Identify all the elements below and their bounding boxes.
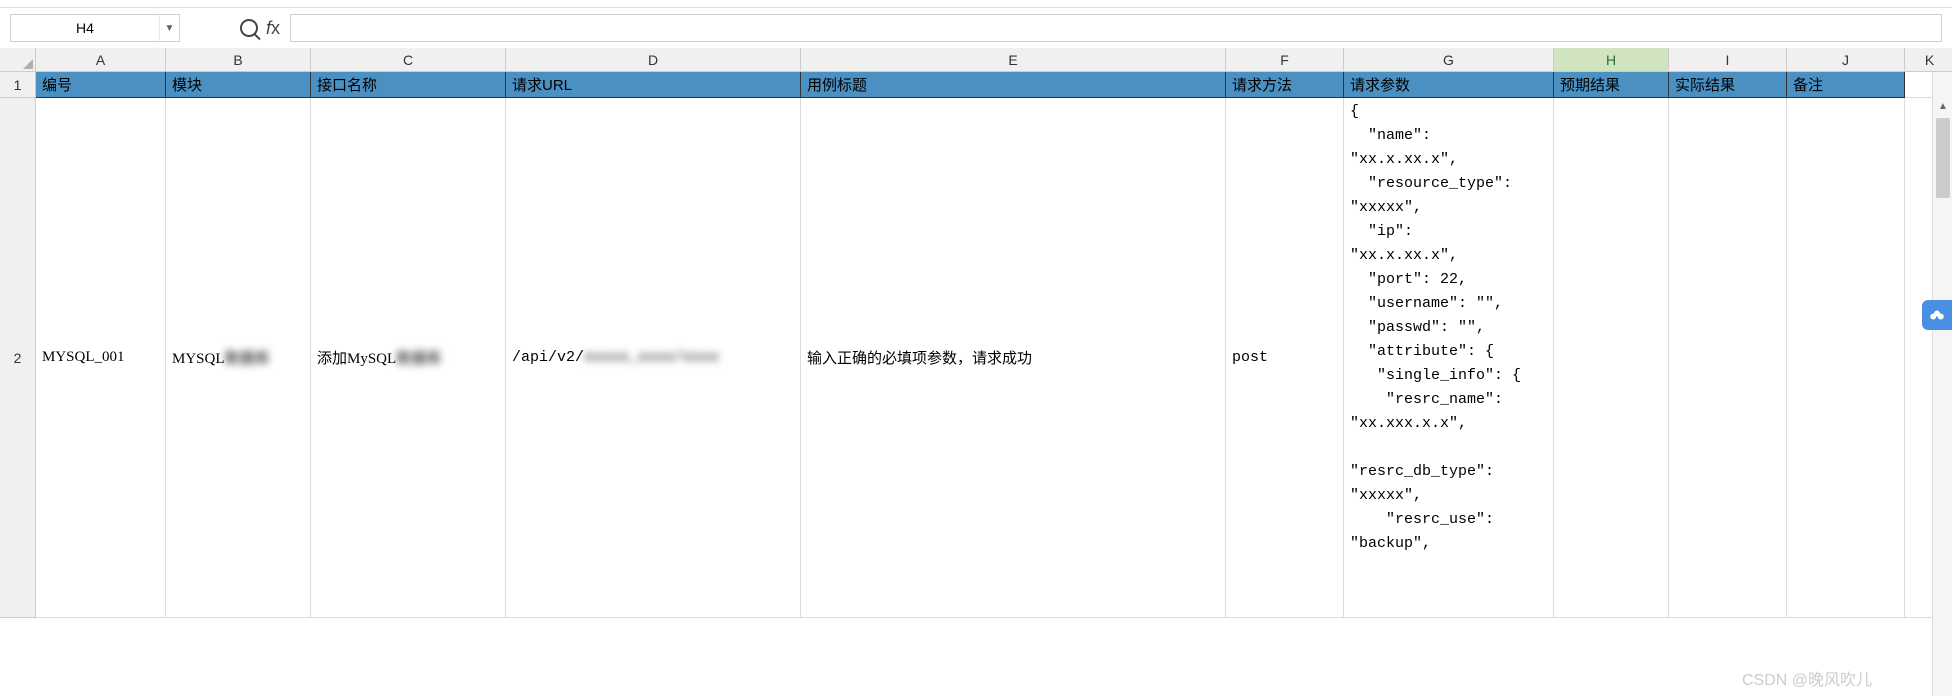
cell-G2[interactable]: { "name": "xx.x.xx.x", "resource_type": … bbox=[1344, 98, 1554, 618]
scroll-thumb[interactable] bbox=[1936, 118, 1950, 198]
scroll-up-icon[interactable]: ▲ bbox=[1933, 96, 1952, 116]
name-box-value: H4 bbox=[11, 20, 159, 36]
row-headers: 12 bbox=[0, 72, 36, 618]
toolbar-remnant bbox=[0, 0, 1952, 8]
cell-E2[interactable]: 输入正确的必填项参数，请求成功 bbox=[801, 98, 1226, 618]
formula-bar: H4 ▼ fx bbox=[0, 8, 1952, 48]
col-header-A[interactable]: A bbox=[36, 48, 166, 72]
fx-icon[interactable]: fx bbox=[266, 18, 280, 39]
col-header-B[interactable]: B bbox=[166, 48, 311, 72]
grid-body[interactable]: 编号模块接口名称请求URL用例标题请求方法请求参数预期结果实际结果备注 MYSQL… bbox=[36, 72, 1952, 618]
col-header-C[interactable]: C bbox=[311, 48, 506, 72]
cell-B2[interactable]: MYSQL数据库 bbox=[166, 98, 311, 618]
column-headers: ABCDEFGHIJK bbox=[36, 48, 1952, 72]
cell-A2[interactable]: MYSQL_001 bbox=[36, 98, 166, 618]
select-all-corner[interactable] bbox=[0, 48, 36, 72]
cell-D2[interactable]: /api/v2/xxxxx_xxxx/xxxx bbox=[506, 98, 801, 618]
fx-container: fx bbox=[240, 18, 280, 39]
col-header-I[interactable]: I bbox=[1669, 48, 1787, 72]
grid-container: ABCDEFGHIJK 12 编号模块接口名称请求URL用例标题请求方法请求参数… bbox=[0, 48, 1952, 696]
header-cell-E[interactable]: 用例标题 bbox=[801, 72, 1226, 98]
header-cell-H[interactable]: 预期结果 bbox=[1554, 72, 1669, 98]
header-cell-A[interactable]: 编号 bbox=[36, 72, 166, 98]
cell-I2[interactable] bbox=[1669, 98, 1787, 618]
header-cell-G[interactable]: 请求参数 bbox=[1344, 72, 1554, 98]
vertical-scrollbar[interactable]: ▲ bbox=[1932, 48, 1952, 696]
cell-H2[interactable] bbox=[1554, 98, 1669, 618]
col-header-F[interactable]: F bbox=[1226, 48, 1344, 72]
cell-F2[interactable]: post bbox=[1226, 98, 1344, 618]
zoom-icon[interactable] bbox=[240, 19, 258, 37]
header-cell-F[interactable]: 请求方法 bbox=[1226, 72, 1344, 98]
col-header-K[interactable]: K bbox=[1905, 48, 1952, 72]
name-box[interactable]: H4 ▼ bbox=[10, 14, 180, 42]
watermark: CSDN @晚风吹儿 bbox=[1742, 666, 1872, 690]
header-cell-C[interactable]: 接口名称 bbox=[311, 72, 506, 98]
col-header-J[interactable]: J bbox=[1787, 48, 1905, 72]
col-header-H[interactable]: H bbox=[1554, 48, 1669, 72]
row-header-2[interactable]: 2 bbox=[0, 98, 36, 618]
col-header-E[interactable]: E bbox=[801, 48, 1226, 72]
header-cell-D[interactable]: 请求URL bbox=[506, 72, 801, 98]
formula-input[interactable] bbox=[290, 14, 1942, 42]
cloud-widget-icon[interactable] bbox=[1922, 300, 1952, 330]
cell-J2[interactable] bbox=[1787, 98, 1905, 618]
header-cell-I[interactable]: 实际结果 bbox=[1669, 72, 1787, 98]
name-box-dropdown-icon[interactable]: ▼ bbox=[159, 15, 179, 41]
cell-C2[interactable]: 添加MySQL数据库 bbox=[311, 98, 506, 618]
col-header-G[interactable]: G bbox=[1344, 48, 1554, 72]
header-cell-J[interactable]: 备注 bbox=[1787, 72, 1905, 98]
header-cell-B[interactable]: 模块 bbox=[166, 72, 311, 98]
col-header-D[interactable]: D bbox=[506, 48, 801, 72]
row-header-1[interactable]: 1 bbox=[0, 72, 36, 98]
